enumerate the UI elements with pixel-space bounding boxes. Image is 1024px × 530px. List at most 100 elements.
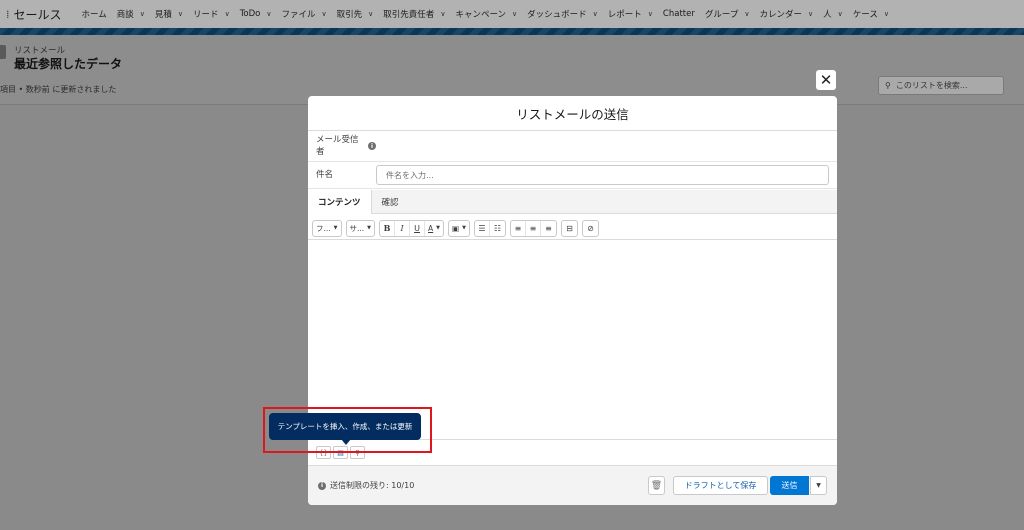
nav-item[interactable]: ホーム — [82, 8, 107, 20]
list-search-input[interactable]: ⚲ このリストを検索... — [878, 76, 1004, 95]
remove-format-icon: ⊘ — [587, 223, 594, 233]
chevron-down-icon[interactable]: ∨ — [440, 10, 445, 18]
nav-item[interactable]: リード ∨ — [193, 8, 230, 20]
chevron-down-icon[interactable]: ∨ — [368, 10, 373, 18]
nav-item[interactable]: 取引先 ∨ — [337, 8, 374, 20]
font-size-select[interactable]: サ... ▼ — [347, 221, 375, 236]
nav-item-label: ファイル — [281, 10, 316, 20]
info-icon[interactable]: i — [368, 142, 376, 150]
chevron-down-icon[interactable]: ∨ — [808, 10, 813, 18]
nav-item[interactable]: Chatter — [663, 9, 695, 19]
list-search-placeholder: このリストを検索... — [895, 81, 968, 90]
nav-item-label: 見積 — [154, 10, 172, 20]
link-button[interactable]: ⊟ — [562, 221, 577, 236]
editor-tabs: コンテンツ 確認 — [308, 190, 837, 214]
recipient-row[interactable]: メール受信者 i — [308, 131, 837, 162]
save-draft-button[interactable]: ドラフトとして保存 — [673, 476, 768, 495]
nav-item[interactable]: 取引先責任者 ∨ — [383, 8, 445, 20]
nav-item-label: ダッシュボード — [527, 10, 587, 20]
delete-button[interactable]: 🗑 — [648, 476, 665, 495]
tab-review[interactable]: 確認 — [372, 190, 409, 214]
list-view-meta: 項目 • 数秒前 に更新されました — [0, 85, 117, 94]
nav-item[interactable]: 人 ∨ — [823, 8, 843, 20]
image-icon: ▣ — [452, 223, 460, 233]
caret-down-icon: ▼ — [462, 225, 466, 231]
close-icon: ✕ — [819, 71, 833, 89]
nav-item-label: リード — [193, 10, 219, 20]
text-color-icon: A — [428, 223, 434, 233]
list-view-header: リストメール 最近参照したデータ 項目 • 数秒前 に更新されました ⚲ このリ… — [0, 35, 1024, 105]
link-icon: ⊟ — [566, 223, 573, 233]
font-family-select[interactable]: フ... ▼ — [313, 221, 341, 236]
text-color-button[interactable]: A ▼ — [425, 221, 443, 236]
nav-item-label: グループ — [704, 10, 739, 20]
align-right-button[interactable]: ≡ — [541, 221, 556, 236]
tab-content[interactable]: コンテンツ — [308, 190, 372, 214]
nav-item[interactable]: キャンペーン ∨ — [455, 8, 517, 20]
chevron-down-icon[interactable]: ∨ — [266, 10, 271, 18]
nav-item[interactable]: ケース ∨ — [853, 8, 889, 20]
chevron-down-icon[interactable]: ∨ — [178, 10, 183, 18]
nav-item[interactable]: グループ ∨ — [705, 8, 750, 20]
chevron-down-icon[interactable]: ∨ — [512, 10, 517, 18]
align-right-icon: ≡ — [545, 223, 552, 233]
chevron-down-icon: ▼ — [816, 482, 821, 489]
chevron-down-icon[interactable]: ∨ — [140, 10, 145, 18]
align-center-icon: ≡ — [529, 223, 537, 233]
image-button[interactable]: ▣ ▼ — [449, 221, 469, 236]
nav-item-label: 商談 — [116, 10, 134, 20]
rich-text-toolbar: フ... ▼ サ... ▼ B I U A ▼ ▣ ▼ ☰ ☷ ≡ ≡ ≡ ⊟ ⊘ — [312, 219, 599, 237]
modal-footer: i 送信制限の残り: 10/10 🗑 ドラフトとして保存 送信 ▼ — [308, 465, 837, 505]
align-left-button[interactable]: ≡ — [511, 220, 526, 236]
nav-banner — [0, 28, 1024, 35]
nav-item[interactable]: ToDo ∨ — [240, 9, 272, 19]
underline-button[interactable]: U — [410, 220, 426, 236]
caret-down-icon: ▼ — [333, 225, 338, 231]
caret-down-icon: ▼ — [436, 225, 441, 231]
numbered-list-button[interactable]: ☰ — [475, 220, 490, 236]
chevron-down-icon[interactable]: ∨ — [884, 10, 889, 18]
font-size-value: サ... — [349, 223, 365, 233]
app-launcher[interactable]: ⁞ セールス — [6, 6, 62, 23]
nav-item-label: キャンペーン — [455, 10, 507, 20]
modal-title: リストメールの送信 — [308, 96, 837, 131]
send-quota: i 送信制限の残り: 10/10 — [318, 480, 414, 491]
close-modal-button[interactable]: ✕ — [816, 70, 836, 90]
italic-button[interactable]: I — [395, 220, 411, 236]
chevron-down-icon[interactable]: ∨ — [593, 10, 598, 18]
chevron-down-icon[interactable]: ∨ — [648, 10, 653, 18]
chevron-down-icon[interactable]: ∨ — [744, 10, 749, 18]
bulleted-list-icon: ☷ — [493, 223, 502, 233]
nav-item-label: ToDo — [239, 9, 261, 19]
nav-item[interactable]: カレンダー ∨ — [759, 8, 813, 20]
nav-item[interactable]: レポート ∨ — [608, 8, 653, 20]
nav-item[interactable]: ダッシュボード ∨ — [527, 8, 598, 20]
nav-item-label: 取引先責任者 — [383, 10, 435, 20]
annotation-highlight — [263, 407, 432, 453]
bulleted-list-button[interactable]: ☷ — [490, 221, 505, 236]
subject-input[interactable] — [376, 165, 829, 185]
bold-button[interactable]: B — [380, 220, 396, 236]
list-email-icon — [0, 45, 6, 59]
align-left-icon: ≡ — [514, 223, 522, 233]
nav-item[interactable]: 商談 ∨ — [117, 8, 145, 20]
chevron-down-icon[interactable]: ∨ — [322, 10, 327, 18]
nav-item-label: 取引先 — [336, 10, 363, 20]
clear-format-button[interactable]: ⊘ — [583, 221, 598, 236]
nav-item[interactable]: 見積 ∨ — [155, 8, 183, 20]
recipient-label: メール受信者 — [316, 135, 359, 157]
app-name: セールス — [13, 7, 62, 22]
numbered-list-icon: ☰ — [478, 223, 486, 233]
font-family-value: フ... — [316, 223, 331, 233]
send-button[interactable]: 送信 — [770, 476, 809, 495]
nav-item-label: 人 — [823, 10, 832, 20]
align-center-button[interactable]: ≡ — [526, 220, 541, 236]
chevron-down-icon[interactable]: ∨ — [838, 10, 843, 18]
send-options-button[interactable]: ▼ — [810, 476, 827, 495]
global-nav: ⁞ セールス ホーム 商談 ∨ 見積 ∨ リード ∨ ToDo ∨ ファイル ∨ 取引先 ∨ 取引先責任者… — [0, 0, 1024, 28]
nav-items: ホーム 商談 ∨ 見積 ∨ リード ∨ ToDo ∨ ファイル ∨ 取引先 ∨ 取引先責任者 ∨ キャンペーン… — [82, 8, 899, 20]
nav-item[interactable]: ファイル ∨ — [282, 8, 327, 20]
chevron-down-icon[interactable]: ∨ — [225, 10, 230, 18]
list-view-title[interactable]: 最近参照したデータ — [14, 55, 122, 72]
nav-item-label: Chatter — [662, 9, 695, 19]
